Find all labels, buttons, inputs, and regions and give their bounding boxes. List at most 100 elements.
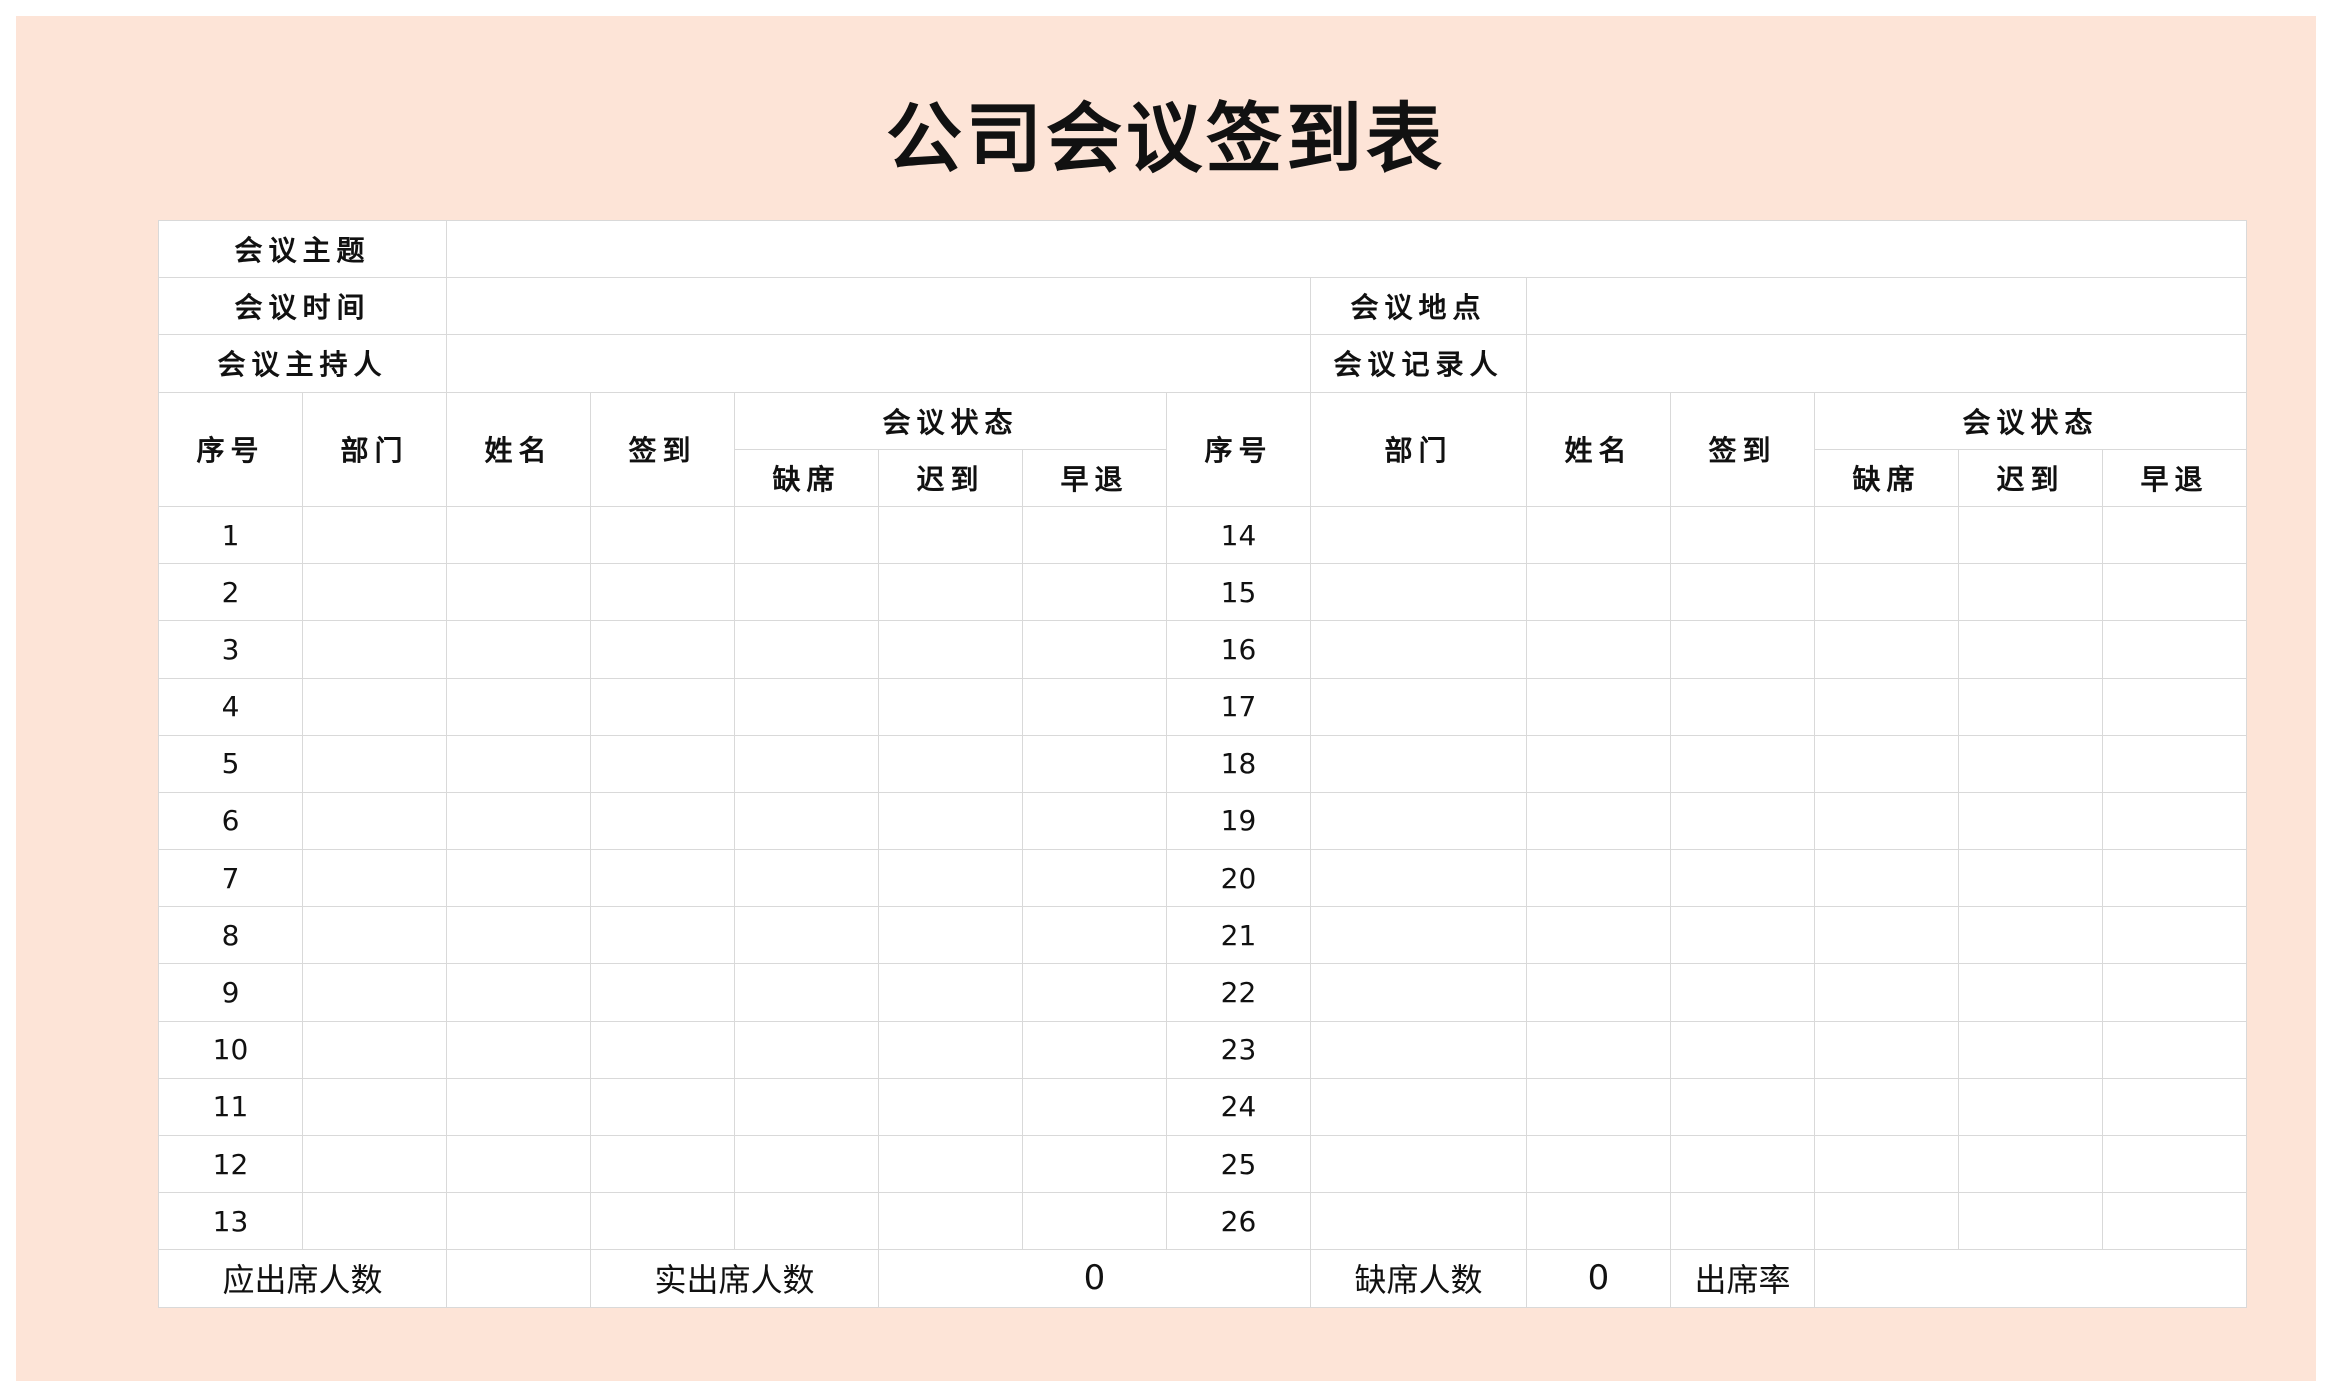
absent-cell[interactable] [1814,620,1959,679]
early-leave-cell[interactable] [2102,734,2247,793]
name-cell[interactable] [1526,677,1671,736]
early-leave-cell[interactable] [2102,791,2247,851]
late-cell[interactable] [878,563,1023,622]
late-cell[interactable] [1958,906,2103,965]
dept-cell[interactable] [302,563,447,622]
late-cell[interactable] [1958,1077,2103,1137]
name-cell[interactable] [1526,563,1671,622]
late-cell[interactable] [878,620,1023,679]
name-cell[interactable] [446,1020,591,1079]
signin-cell[interactable] [1670,1020,1815,1079]
late-cell[interactable] [878,1020,1023,1079]
dept-cell[interactable] [302,505,447,565]
absent-cell[interactable] [734,849,879,908]
dept-cell[interactable] [1310,1020,1527,1079]
signin-cell[interactable] [1670,620,1815,679]
dept-cell[interactable] [1310,1077,1527,1137]
absent-cell[interactable] [1814,1077,1959,1137]
late-cell[interactable] [878,849,1023,908]
early-leave-cell[interactable] [2102,1192,2247,1251]
signin-cell[interactable] [1670,906,1815,965]
name-cell[interactable] [446,505,591,565]
late-cell[interactable] [878,906,1023,965]
signin-cell[interactable] [590,734,735,793]
name-cell[interactable] [1526,734,1671,793]
dept-cell[interactable] [1310,677,1527,736]
dept-cell[interactable] [302,677,447,736]
absent-cell[interactable] [1814,563,1959,622]
late-cell[interactable] [878,963,1023,1022]
late-cell[interactable] [878,677,1023,736]
early-leave-cell[interactable] [1022,1192,1167,1251]
dept-cell[interactable] [302,963,447,1022]
absent-cell[interactable] [734,963,879,1022]
name-cell[interactable] [446,734,591,793]
early-leave-cell[interactable] [2102,1020,2247,1079]
dept-cell[interactable] [1310,505,1527,565]
signin-cell[interactable] [590,505,735,565]
signin-cell[interactable] [590,1077,735,1137]
recorder-field[interactable] [1526,334,2247,393]
early-leave-cell[interactable] [1022,1134,1167,1194]
absent-cell[interactable] [1814,906,1959,965]
late-cell[interactable] [1958,677,2103,736]
absent-cell[interactable] [1814,677,1959,736]
dept-cell[interactable] [302,906,447,965]
early-leave-cell[interactable] [1022,849,1167,908]
absent-cell[interactable] [1814,963,1959,1022]
dept-cell[interactable] [302,849,447,908]
signin-cell[interactable] [590,677,735,736]
absent-cell[interactable] [1814,849,1959,908]
early-leave-cell[interactable] [1022,906,1167,965]
signin-cell[interactable] [590,1192,735,1251]
name-cell[interactable] [1526,620,1671,679]
signin-cell[interactable] [1670,849,1815,908]
signin-cell[interactable] [590,963,735,1022]
absent-cell[interactable] [734,1134,879,1194]
signin-cell[interactable] [1670,963,1815,1022]
absent-cell[interactable] [734,1192,879,1251]
name-cell[interactable] [1526,1077,1671,1137]
dept-cell[interactable] [302,734,447,793]
early-leave-cell[interactable] [2102,849,2247,908]
name-cell[interactable] [446,1134,591,1194]
signin-cell[interactable] [1670,505,1815,565]
absent-cell[interactable] [734,1077,879,1137]
late-cell[interactable] [1958,734,2103,793]
absent-cell[interactable] [734,734,879,793]
dept-cell[interactable] [302,1020,447,1079]
dept-cell[interactable] [302,791,447,851]
dept-cell[interactable] [1310,849,1527,908]
host-field[interactable] [446,334,1311,393]
signin-cell[interactable] [1670,1134,1815,1194]
late-cell[interactable] [878,1192,1023,1251]
signin-cell[interactable] [1670,734,1815,793]
early-leave-cell[interactable] [2102,906,2247,965]
absent-cell[interactable] [734,505,879,565]
early-leave-cell[interactable] [1022,620,1167,679]
place-field[interactable] [1526,277,2247,336]
early-leave-cell[interactable] [2102,620,2247,679]
early-leave-cell[interactable] [2102,1134,2247,1194]
name-cell[interactable] [446,1192,591,1251]
early-leave-cell[interactable] [2102,505,2247,565]
signin-cell[interactable] [590,791,735,851]
time-field[interactable] [446,277,1311,336]
topic-field[interactable] [446,219,2247,279]
name-cell[interactable] [446,849,591,908]
signin-cell[interactable] [590,1134,735,1194]
signin-cell[interactable] [1670,1077,1815,1137]
early-leave-cell[interactable] [1022,734,1167,793]
early-leave-cell[interactable] [2102,563,2247,622]
late-cell[interactable] [878,1134,1023,1194]
dept-cell[interactable] [1310,734,1527,793]
name-cell[interactable] [1526,1134,1671,1194]
dept-cell[interactable] [302,1077,447,1137]
dept-cell[interactable] [1310,906,1527,965]
late-cell[interactable] [1958,849,2103,908]
late-cell[interactable] [1958,620,2103,679]
signin-cell[interactable] [1670,791,1815,851]
name-cell[interactable] [446,677,591,736]
absent-cell[interactable] [1814,1192,1959,1251]
early-leave-cell[interactable] [2102,677,2247,736]
